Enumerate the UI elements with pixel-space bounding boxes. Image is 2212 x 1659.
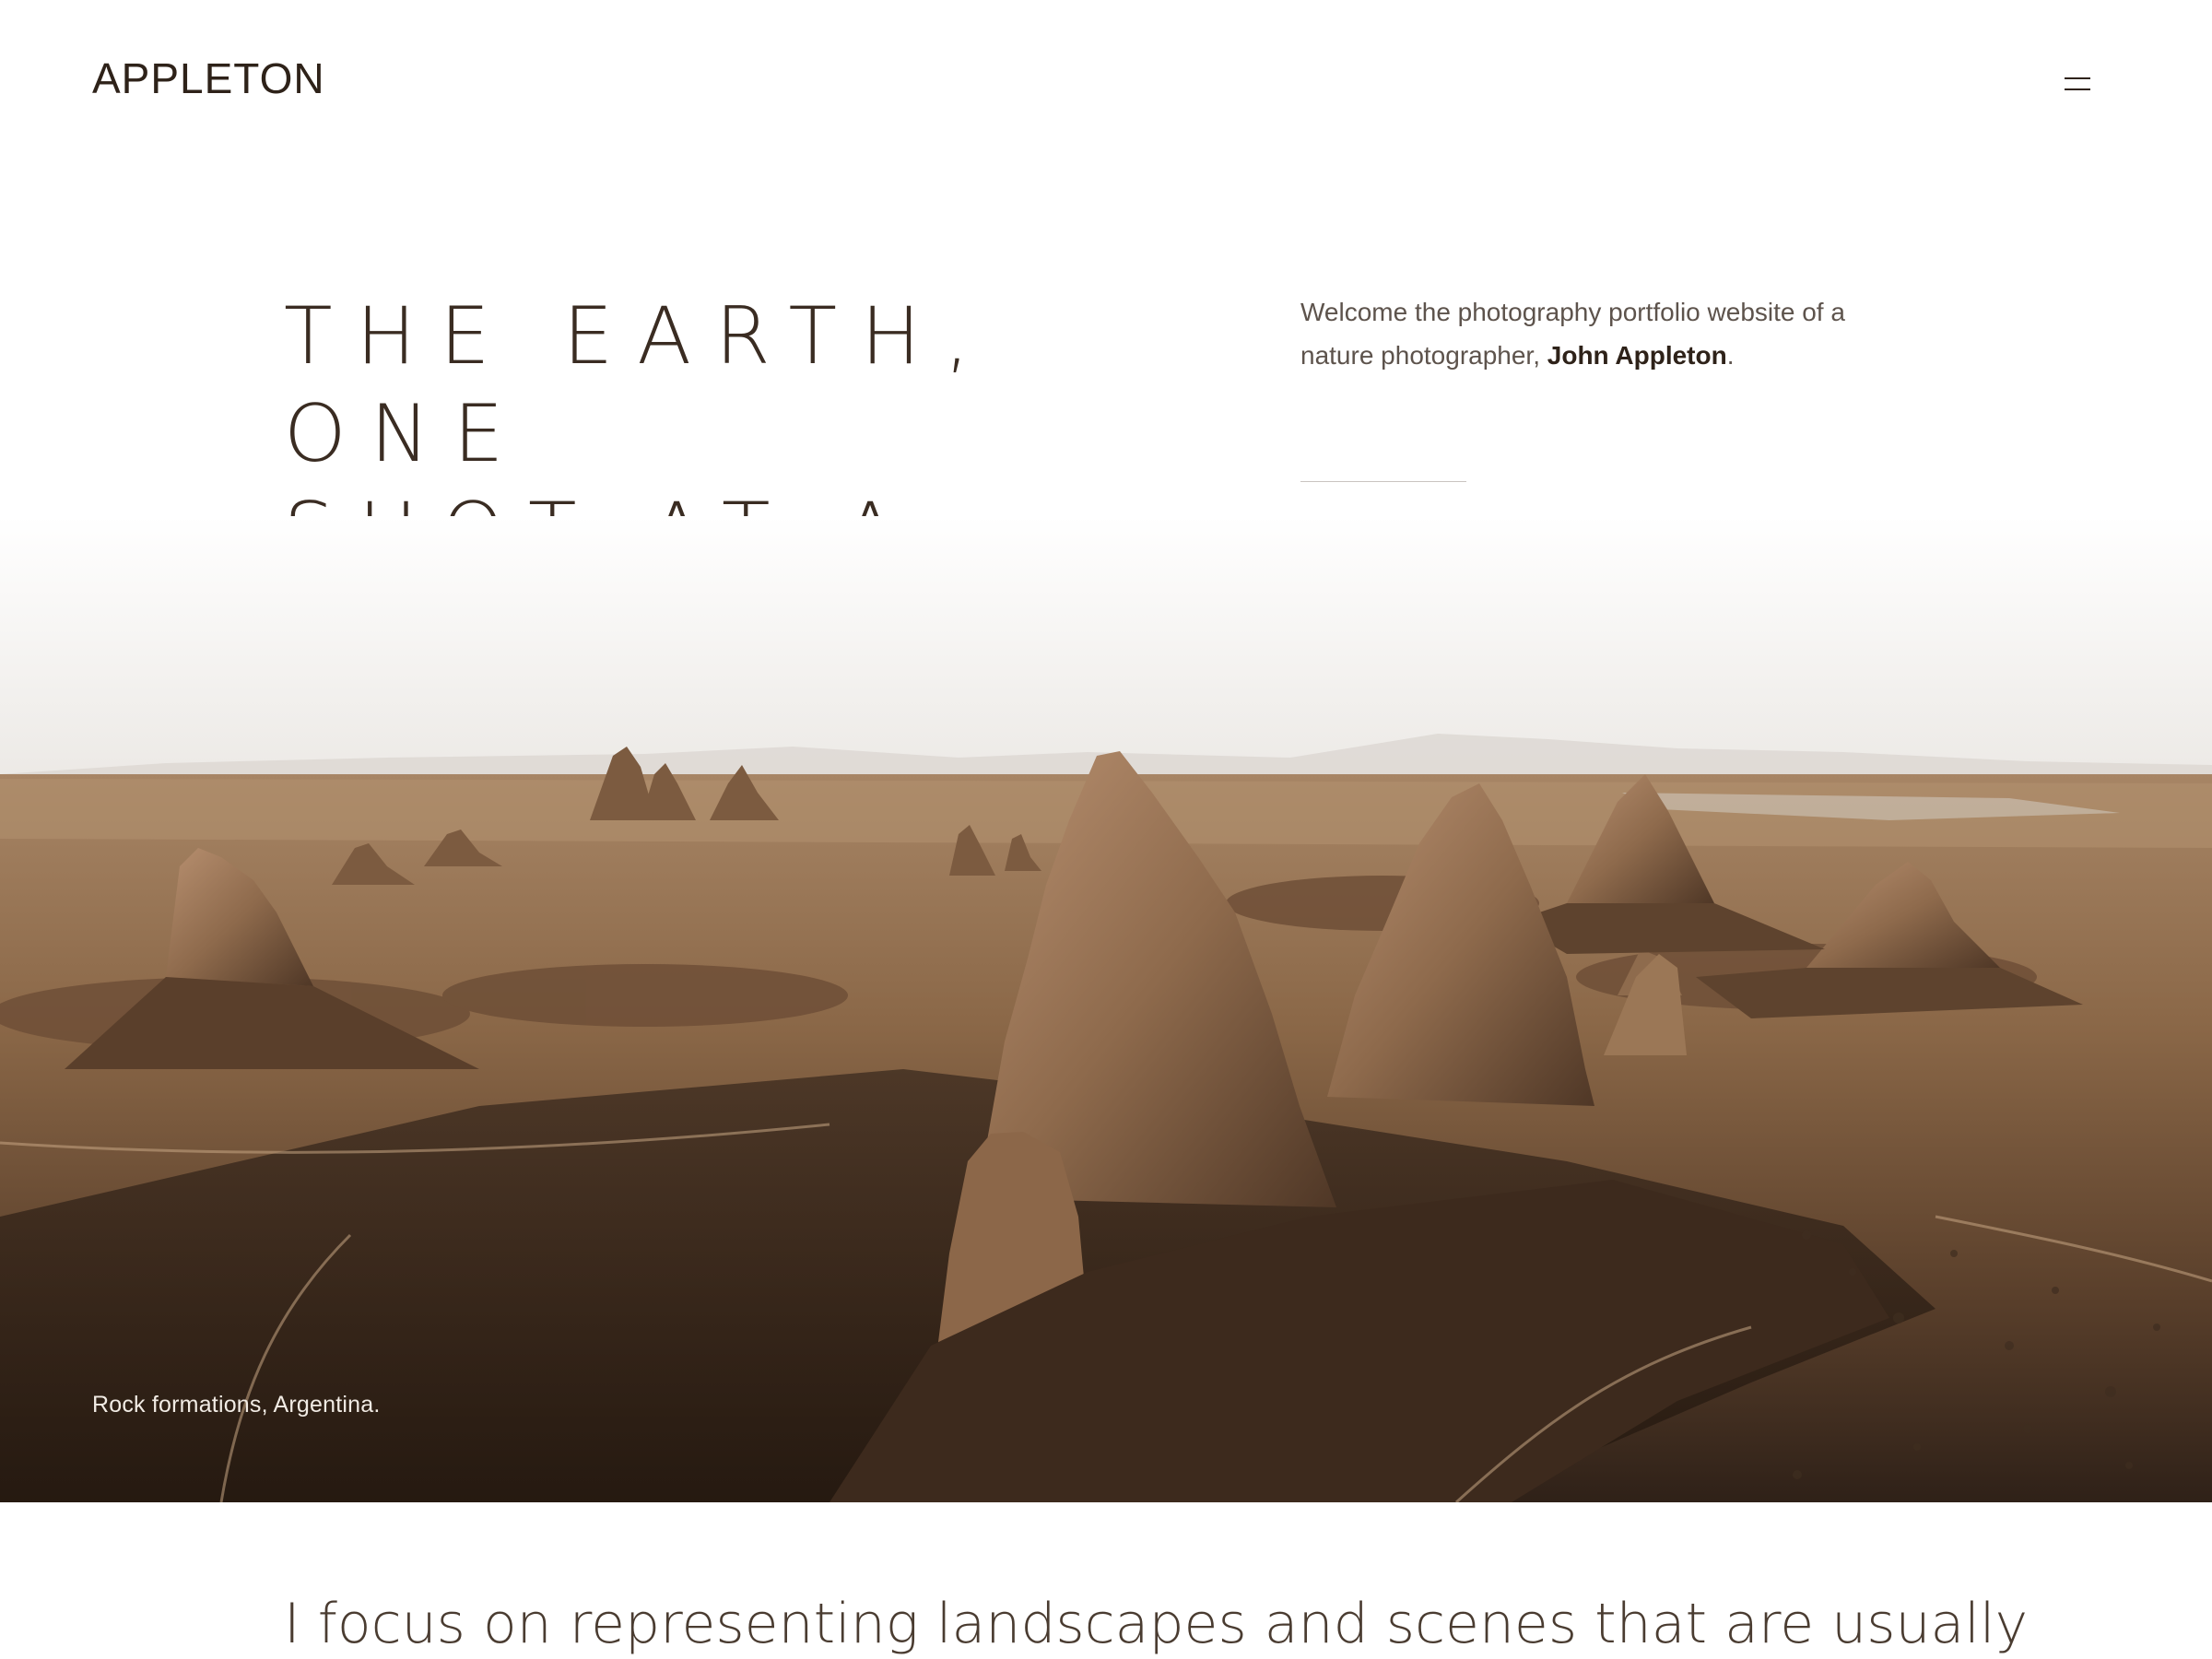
intro-divider bbox=[1300, 481, 1466, 482]
focus-statement: I focus on representing landscapes and s… bbox=[284, 1592, 2029, 1656]
image-caption: Rock formations, Argentina. bbox=[92, 1392, 381, 1418]
sky bbox=[0, 516, 2212, 793]
intro-text: Welcome the photography portfolio websit… bbox=[1300, 290, 1881, 377]
hamburger-menu-icon bbox=[2065, 77, 2090, 79]
desert-landscape-illustration bbox=[0, 516, 2212, 1502]
hamburger-menu-icon-bar bbox=[2065, 88, 2090, 90]
intro-text-end: . bbox=[1726, 341, 1735, 370]
hero-image bbox=[0, 516, 2212, 1502]
photographer-name: John Appleton bbox=[1547, 341, 1727, 370]
headline-line-1: THE EARTH, ONE bbox=[284, 290, 994, 480]
menu-button[interactable] bbox=[2057, 68, 2098, 101]
site-logo[interactable]: APPLETON bbox=[92, 57, 325, 100]
